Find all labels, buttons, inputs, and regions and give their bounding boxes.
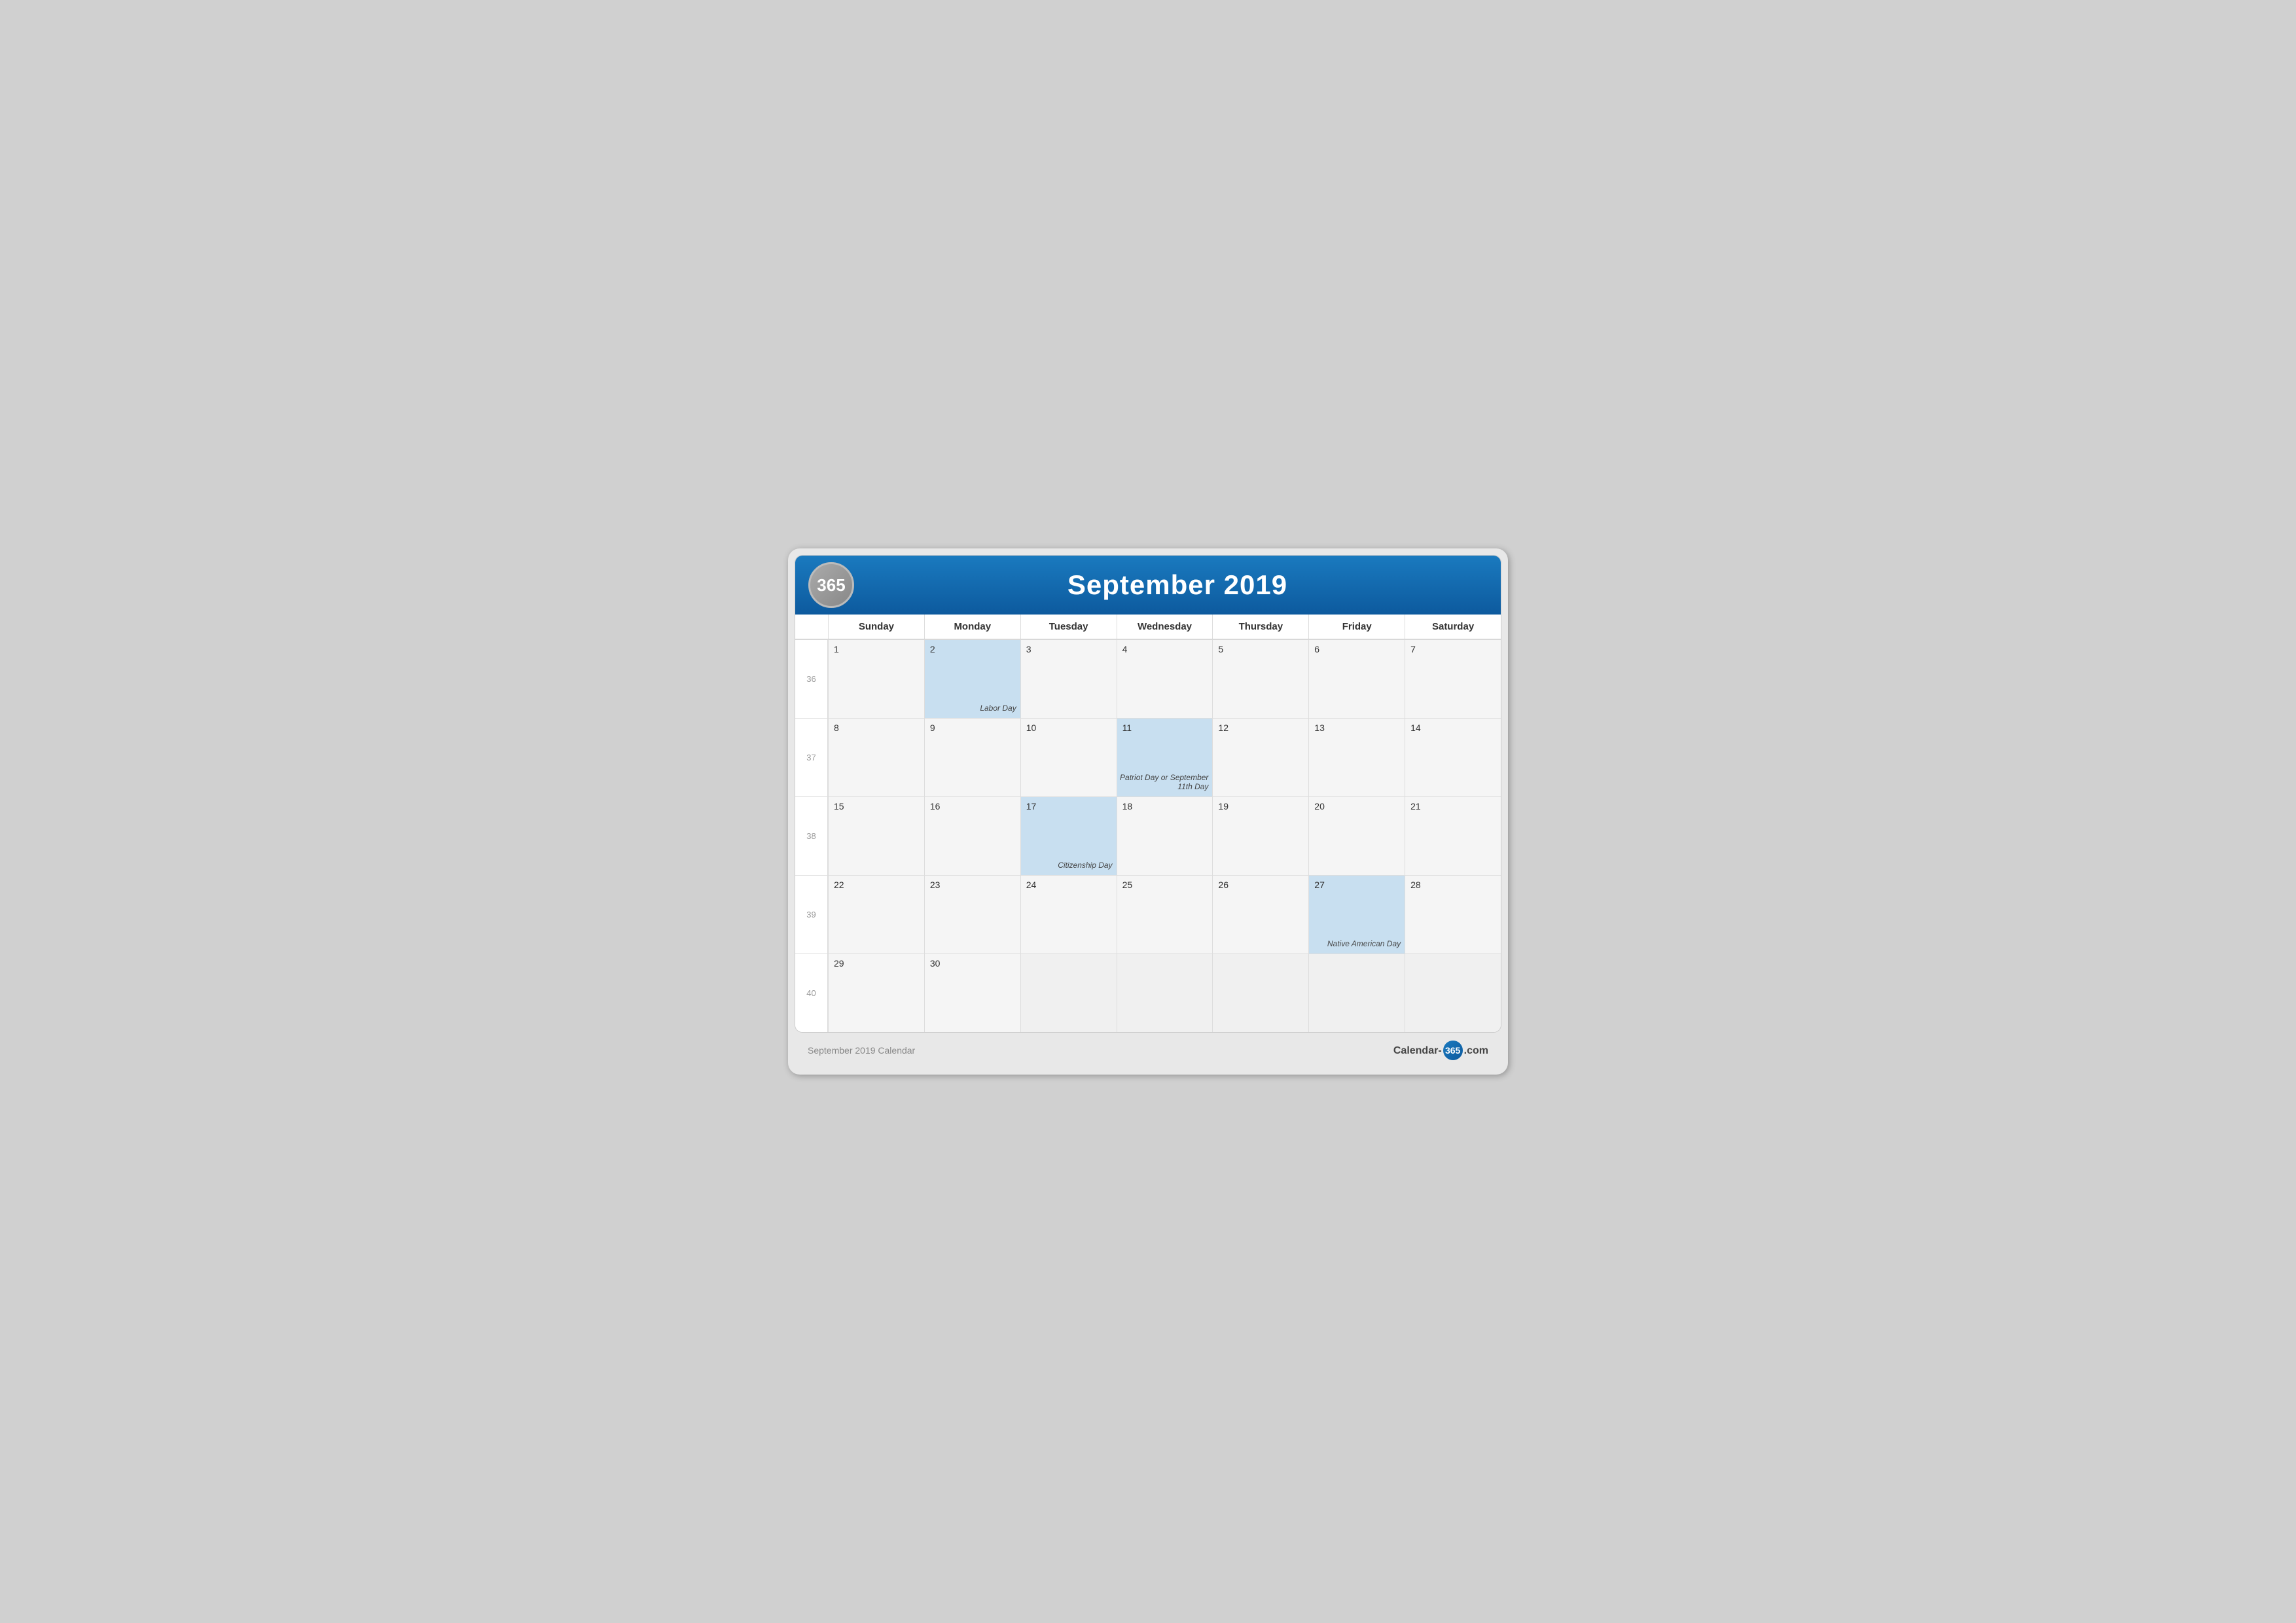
day-cell: 29 (828, 954, 924, 1032)
day-cell: 8 (828, 718, 924, 796)
day-cell: 11 Patriot Day or September 11th Day (1117, 718, 1213, 796)
calendar-header: 365 September 2019 (795, 556, 1501, 615)
day-header-thursday: Thursday (1212, 615, 1308, 639)
day-header-saturday: Saturday (1405, 615, 1501, 639)
day-number: 19 (1218, 801, 1303, 812)
day-number: 30 (930, 958, 1015, 969)
day-header-monday: Monday (924, 615, 1020, 639)
footer-right-text: Calendar-365.com (1393, 1041, 1488, 1060)
day-cell: 13 (1308, 718, 1405, 796)
day-cell: 18 (1117, 796, 1213, 875)
day-number: 11 (1122, 722, 1208, 733)
day-number: 17 (1026, 801, 1111, 812)
day-cell: 17 Citizenship Day (1020, 796, 1117, 875)
day-number: 18 (1122, 801, 1208, 812)
footer-logo: 365 (1443, 1041, 1463, 1060)
day-number: 7 (1410, 644, 1496, 654)
day-number: 5 (1218, 644, 1303, 654)
day-header-wednesday: Wednesday (1117, 615, 1213, 639)
day-cell: 19 (1212, 796, 1308, 875)
day-header-tuesday: Tuesday (1020, 615, 1117, 639)
day-cell: 20 (1308, 796, 1405, 875)
day-number: 28 (1410, 880, 1496, 890)
day-number: 25 (1122, 880, 1208, 890)
logo-text: 365 (817, 575, 845, 596)
day-number: 6 (1314, 644, 1399, 654)
week-number: 37 (795, 718, 828, 796)
day-cell: 25 (1117, 875, 1213, 954)
day-cell (1308, 954, 1405, 1032)
day-number: 9 (930, 722, 1015, 733)
day-header-sunday: Sunday (828, 615, 924, 639)
day-number: 14 (1410, 722, 1496, 733)
day-cell (1117, 954, 1213, 1032)
day-cell: 4 (1117, 639, 1213, 718)
day-number: 10 (1026, 722, 1111, 733)
day-cell: 5 (1212, 639, 1308, 718)
holiday-label: Patriot Day or September 11th Day (1117, 773, 1209, 791)
day-cell: 12 (1212, 718, 1308, 796)
day-number: 12 (1218, 722, 1303, 733)
day-cell: 26 (1212, 875, 1308, 954)
day-cell (1212, 954, 1308, 1032)
day-number: 3 (1026, 644, 1111, 654)
footer-left-text: September 2019 Calendar (808, 1045, 915, 1056)
holiday-label: Labor Day (980, 704, 1016, 713)
footer: September 2019 Calendar Calendar-365.com (795, 1033, 1501, 1068)
week-number: 39 (795, 875, 828, 954)
day-cell: 10 (1020, 718, 1117, 796)
day-cell: 6 (1308, 639, 1405, 718)
calendar-grid: 3612Labor Day3456737891011Patriot Day or… (795, 639, 1501, 1032)
day-cell: 2 Labor Day (924, 639, 1020, 718)
footer-brand-post: .com (1464, 1045, 1488, 1056)
logo-circle: 365 (808, 562, 854, 608)
day-cell: 14 (1405, 718, 1501, 796)
day-cell: 24 (1020, 875, 1117, 954)
day-cell: 16 (924, 796, 1020, 875)
holiday-label: Citizenship Day (1058, 861, 1112, 870)
day-number: 23 (930, 880, 1015, 890)
day-number: 29 (834, 958, 919, 969)
week-number: 36 (795, 639, 828, 718)
day-cell: 9 (924, 718, 1020, 796)
day-cell: 22 (828, 875, 924, 954)
day-number: 21 (1410, 801, 1496, 812)
day-cell (1020, 954, 1117, 1032)
day-cell: 28 (1405, 875, 1501, 954)
day-number: 8 (834, 722, 919, 733)
day-number: 22 (834, 880, 919, 890)
day-headers-row: SundayMondayTuesdayWednesdayThursdayFrid… (795, 615, 1501, 639)
week-num-header (795, 615, 828, 639)
day-number: 2 (930, 644, 1015, 654)
day-number: 4 (1122, 644, 1208, 654)
day-number: 1 (834, 644, 919, 654)
day-cell: 15 (828, 796, 924, 875)
day-number: 24 (1026, 880, 1111, 890)
day-number: 16 (930, 801, 1015, 812)
day-number: 20 (1314, 801, 1399, 812)
day-number: 27 (1314, 880, 1399, 890)
day-number: 26 (1218, 880, 1303, 890)
day-header-friday: Friday (1308, 615, 1405, 639)
day-number: 13 (1314, 722, 1399, 733)
week-number: 40 (795, 954, 828, 1032)
day-cell: 21 (1405, 796, 1501, 875)
day-cell: 27 Native American Day (1308, 875, 1405, 954)
day-cell (1405, 954, 1501, 1032)
footer-brand-pre: Calendar- (1393, 1045, 1442, 1056)
calendar-container: 365 September 2019 SundayMondayTuesdayWe… (795, 555, 1501, 1033)
week-number: 38 (795, 796, 828, 875)
page-wrapper: 365 September 2019 SundayMondayTuesdayWe… (788, 548, 1508, 1075)
day-number: 15 (834, 801, 919, 812)
day-cell: 23 (924, 875, 1020, 954)
holiday-label: Native American Day (1327, 939, 1401, 948)
day-cell: 30 (924, 954, 1020, 1032)
calendar-title: September 2019 (867, 569, 1488, 601)
day-cell: 1 (828, 639, 924, 718)
day-cell: 7 (1405, 639, 1501, 718)
day-cell: 3 (1020, 639, 1117, 718)
